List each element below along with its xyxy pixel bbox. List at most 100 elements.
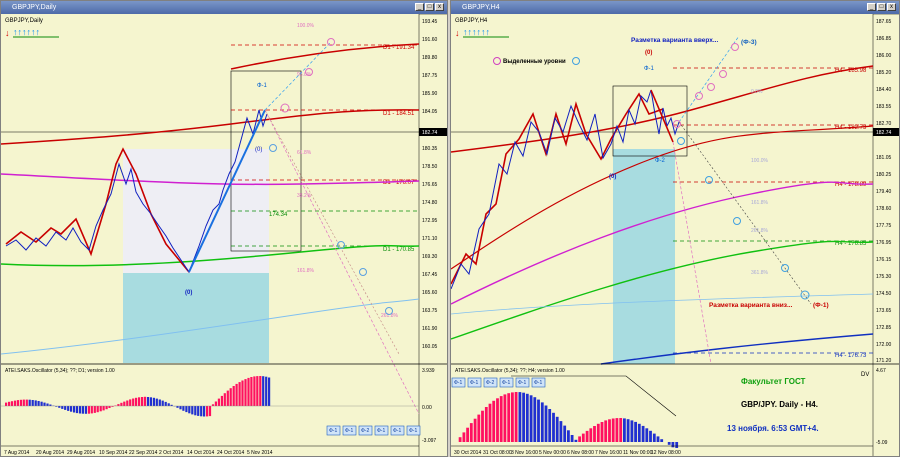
osc-bar — [555, 416, 559, 442]
osc-bar — [256, 376, 259, 406]
svg-text:184.05: 184.05 — [422, 109, 438, 115]
close-button[interactable]: x — [435, 3, 444, 11]
osc-bar — [630, 420, 634, 442]
osc-bar — [525, 393, 529, 442]
osc-bar — [78, 406, 82, 414]
osc-bar — [244, 379, 247, 406]
osc-bar — [253, 376, 256, 406]
osc-bar — [217, 398, 220, 406]
osc-bar — [652, 433, 656, 442]
osc-bar — [469, 423, 473, 442]
osc-bar — [155, 398, 158, 406]
svg-text:163.75: 163.75 — [422, 308, 438, 314]
osc-bar — [211, 404, 215, 406]
osc-bar — [67, 406, 70, 411]
left-btn-3[interactable]: Ф-2 — [358, 425, 373, 436]
right-chart-window[interactable]: GBPJPY,H4 _ □ x GBPJPY,H4 ↓ ↑↑↑↑↑↑ Выдел… — [450, 0, 900, 457]
right-price-axis-labels: 187.65 186.85 186.00 185.20 184.40 183.5… — [876, 19, 892, 364]
right-wave-label-phi1: Ф-1 — [644, 66, 655, 72]
svg-text:Ф-1: Ф-1 — [518, 380, 526, 386]
left-btn-2[interactable]: Ф-1 — [342, 425, 357, 436]
svg-text:30 Oct 2014: 30 Oct 2014 — [454, 450, 481, 456]
left-osc-title: ATEI.SAKS.Oscillator (5,34); ??; D1; ver… — [5, 368, 115, 374]
left-current-price-text: 182.74 — [422, 130, 438, 136]
svg-text:184.40: 184.40 — [876, 87, 892, 93]
osc-bar — [5, 402, 8, 406]
svg-text:172.85: 172.85 — [876, 325, 892, 331]
left-window-titlebar[interactable]: GBPJPY,Daily _ □ x — [1, 1, 447, 14]
svg-text:Ф-1: Ф-1 — [393, 428, 401, 434]
svg-text:187.65: 187.65 — [876, 19, 892, 25]
svg-text:172.95: 172.95 — [422, 218, 438, 224]
left-fib-label-1: 100.0% — [297, 23, 315, 29]
left-date-axis: 7 Aug 2014 20 Aug 2014 29 Aug 2014 10 Se… — [4, 450, 273, 456]
osc-bar — [81, 406, 84, 414]
osc-bar — [238, 382, 241, 406]
left-btn-1[interactable]: Ф-1 — [326, 425, 341, 436]
osc-bar — [208, 406, 212, 417]
left-wave-label-phi1: Ф-1 — [257, 83, 268, 89]
osc-bar — [634, 421, 637, 442]
right-btn-3[interactable]: Ф-2 — [483, 377, 498, 388]
osc-bar — [99, 406, 102, 412]
right-btn-4[interactable]: Ф-1 — [499, 377, 514, 388]
left-osc-top: 3.939 — [422, 368, 435, 374]
right-blue-arrows-icon: ↑↑↑↑↑↑ — [463, 27, 490, 37]
svg-text:175.30: 175.30 — [876, 274, 892, 280]
svg-text:178.50: 178.50 — [422, 164, 438, 170]
right-btn-1[interactable]: Ф-1 — [451, 377, 466, 388]
osc-bar — [615, 418, 619, 442]
left-btn-4[interactable]: Ф-1 — [374, 425, 389, 436]
right-chart-canvas[interactable]: GBPJPY,H4 ↓ ↑↑↑↑↑↑ Выделенные уровни H4 … — [451, 14, 900, 457]
right-btn-6[interactable]: Ф-1 — [531, 377, 546, 388]
osc-bar — [626, 419, 630, 442]
left-chart-window[interactable]: GBPJPY,Daily _ □ x GBPJPY,Daily ↓ ↑↑↑↑↑↑… — [0, 0, 448, 457]
svg-text:Ф-1: Ф-1 — [502, 380, 510, 386]
svg-text:182.70: 182.70 — [876, 121, 892, 127]
osc-bar — [226, 390, 229, 406]
right-window-title: GBPJPY,H4 — [462, 4, 500, 11]
osc-bar — [499, 396, 503, 442]
osc-bar — [552, 412, 555, 442]
osc-bar — [645, 428, 649, 442]
osc-bar — [581, 433, 585, 442]
osc-bar — [22, 399, 25, 406]
maximize-button[interactable]: □ — [877, 3, 886, 11]
osc-bar — [40, 401, 43, 406]
left-chart-canvas[interactable]: GBPJPY,Daily ↓ ↑↑↑↑↑↑ D1 - 191.34 D1 - 1… — [1, 14, 448, 457]
right-osc-top: 4.67 — [876, 368, 886, 374]
right-osc-dv: DV — [861, 372, 869, 378]
svg-text:Ф-1: Ф-1 — [534, 380, 542, 386]
osc-bar — [182, 406, 185, 411]
svg-text:165.60: 165.60 — [422, 290, 438, 296]
right-osc-bars — [458, 392, 679, 448]
left-btn-6[interactable]: Ф-1 — [406, 425, 421, 436]
minimize-button[interactable]: _ — [867, 3, 876, 11]
osc-bar — [544, 405, 548, 442]
osc-bar — [511, 392, 514, 442]
osc-bar — [477, 414, 481, 442]
svg-text:186.00: 186.00 — [876, 53, 892, 59]
osc-bar — [70, 406, 73, 412]
osc-bar — [235, 383, 238, 406]
left-btn-5[interactable]: Ф-1 — [390, 425, 405, 436]
osc-bar — [229, 388, 232, 406]
right-wave-label-phi2: Ф-2 — [655, 158, 666, 164]
right-btn-5[interactable]: Ф-1 — [515, 377, 530, 388]
left-down-arrow-icon: ↓ — [5, 28, 10, 38]
minimize-button[interactable]: _ — [415, 3, 424, 11]
right-fib-label-1: 0.0% — [751, 89, 763, 95]
osc-bar — [206, 406, 209, 417]
right-window-titlebar[interactable]: GBPJPY,H4 _ □ x — [451, 1, 899, 14]
osc-bar — [533, 397, 537, 442]
maximize-button[interactable]: □ — [425, 3, 434, 11]
right-btn-2[interactable]: Ф-1 — [467, 377, 482, 388]
svg-text:179.40: 179.40 — [876, 189, 892, 195]
svg-text:Ф-2: Ф-2 — [486, 380, 494, 386]
svg-text:7 Nov 16:00: 7 Nov 16:00 — [595, 450, 622, 456]
osc-bar — [265, 376, 268, 406]
close-button[interactable]: x — [887, 3, 896, 11]
osc-bar — [64, 406, 67, 410]
osc-bar — [675, 442, 679, 448]
right-wave-label-0-top: (0) — [645, 50, 652, 56]
